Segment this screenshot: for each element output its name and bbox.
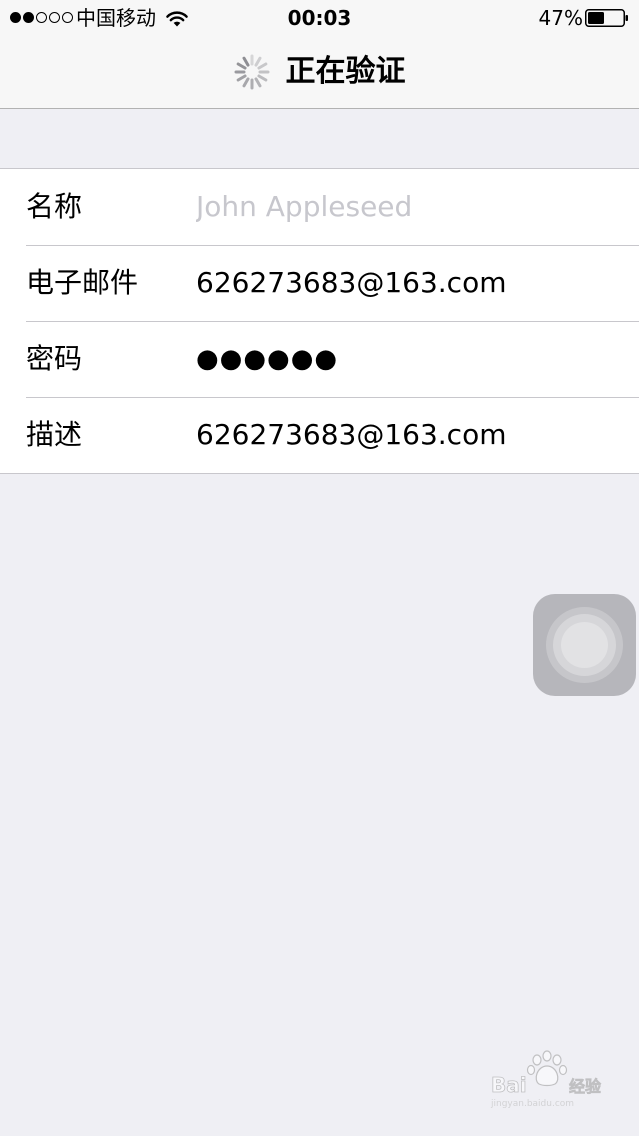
spinner-spoke	[254, 56, 261, 67]
name-field[interactable]: John Appleseed	[196, 169, 616, 245]
spinner-spoke	[256, 74, 267, 82]
form-row-email[interactable]: 电子邮件 626273683@163.com	[0, 245, 639, 321]
form-row-description[interactable]: 描述 626273683@163.com	[0, 397, 639, 473]
svg-text:Bai: Bai	[491, 1073, 527, 1097]
battery-percentage: 47%	[538, 6, 583, 30]
password-field[interactable]: ●●●●●●	[196, 321, 616, 397]
spinner-spoke	[256, 62, 267, 70]
password-label: 密码	[26, 342, 83, 375]
name-label: 名称	[26, 190, 83, 223]
form-row-name[interactable]: 名称 John Appleseed	[0, 169, 639, 245]
nav-title-group: 正在验证	[0, 52, 639, 92]
svg-text:经验: 经验	[569, 1077, 602, 1096]
activity-spinner-icon	[234, 54, 269, 90]
assistive-touch-core	[561, 622, 608, 668]
description-label: 描述	[26, 418, 83, 451]
assistive-touch-icon[interactable]	[533, 594, 636, 696]
spinner-spoke	[242, 56, 249, 67]
battery-icon	[585, 9, 628, 27]
status-bar: 中国移动 00:03 47%	[0, 0, 639, 36]
description-field[interactable]: 626273683@163.com	[196, 397, 616, 473]
spinner-spoke	[254, 77, 261, 88]
battery-level	[588, 12, 604, 24]
email-field[interactable]: 626273683@163.com	[196, 245, 616, 321]
baidu-jingyan-logo: Bai 经验 jingyan.baidu.com	[490, 1050, 602, 1109]
email-label: 电子邮件	[26, 266, 139, 299]
page-title: 正在验证	[285, 54, 406, 89]
account-form: 名称 John Appleseed 电子邮件 626273683@163.com…	[0, 168, 639, 474]
spinner-spoke	[242, 77, 249, 88]
spinner-spoke	[236, 62, 247, 70]
spinner-spoke	[236, 74, 247, 82]
svg-text:jingyan.baidu.com: jingyan.baidu.com	[490, 1099, 574, 1109]
form-row-password[interactable]: 密码 ●●●●●●	[0, 321, 639, 397]
navigation-bar: 正在验证	[0, 36, 639, 109]
